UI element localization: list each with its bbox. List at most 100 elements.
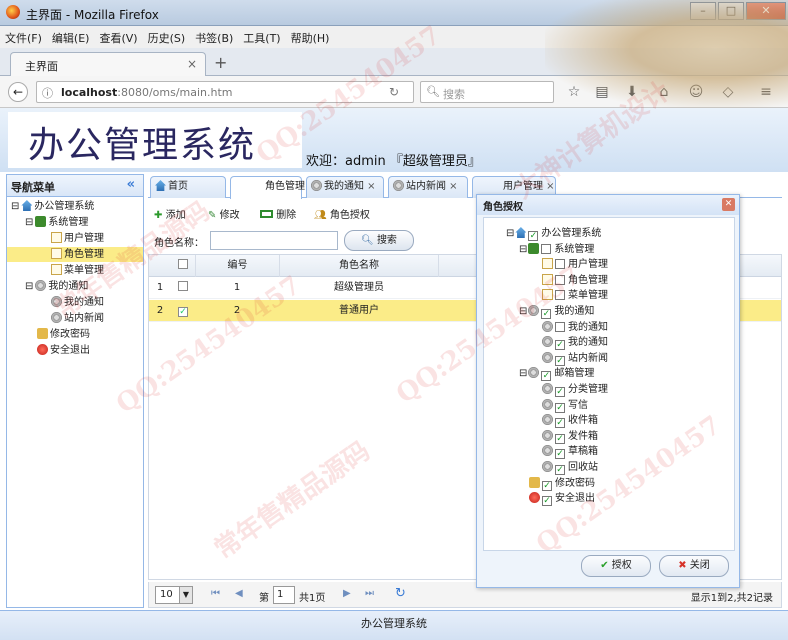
refresh-icon[interactable]: ↻ [395,586,406,601]
nav-tree-item[interactable]: ⊟ 办公管理系统 [7,199,143,214]
download-icon[interactable]: ⬇ [624,84,640,100]
bookmark-star-icon[interactable]: ☆ [566,84,582,100]
row-checkbox[interactable]: ✓ [175,300,191,322]
row-checkbox[interactable] [175,277,191,299]
expand-toggle-icon[interactable]: ⊟ [519,244,527,255]
permission-tree-item[interactable]: ⊟ ✓ 邮箱管理 [519,366,594,382]
menu-item[interactable]: 历史(S) [143,26,191,46]
menu-item[interactable]: 编辑(E) [47,26,95,46]
authorize-button[interactable]: 👥︎ 角色授权 [314,206,370,221]
back-button[interactable]: ← [8,82,28,102]
permission-checkbox[interactable]: ✓ [555,402,565,413]
pocket-icon[interactable]: ◇ [720,84,736,100]
menu-item[interactable]: 帮助(H) [286,26,335,46]
browser-tab[interactable]: 主界面 × [10,52,206,77]
nav-tree-item[interactable]: ⊟ 系统管理 [7,215,143,230]
permission-checkbox[interactable]: ✓ [555,433,565,444]
nav-tree-item[interactable]: 站内新闻 [7,311,143,326]
delete-button[interactable]: 删除 [260,206,296,221]
menu-item[interactable]: 文件(F) [0,26,47,46]
permission-checkbox[interactable]: ✓ [542,480,552,491]
authorize-confirm-button[interactable]: ✔ 授权 [581,555,651,577]
permission-tree-item[interactable]: ✓ 回收站 [532,460,598,475]
next-page-icon[interactable]: ▶ [343,588,351,599]
menu-item[interactable]: 书签(B) [190,26,238,46]
permission-tree-item[interactable]: ✓ 修改密码 [519,476,595,491]
expand-toggle-icon[interactable]: ⊟ [25,217,33,228]
nav-tree-item[interactable]: 修改密码 [7,327,143,342]
search-box[interactable]: 🔍︎ 搜索 [420,81,554,103]
role-name-input[interactable] [210,231,338,250]
menu-item[interactable]: 工具(T) [238,26,285,46]
search-button[interactable]: 🔍︎ 搜索 [344,230,414,251]
col-header-id[interactable]: 编号 [195,255,279,277]
home-icon[interactable]: ⌂ [656,84,672,100]
nav-tree-item[interactable]: ⊟ 我的通知 [7,279,143,294]
permission-tree-item[interactable]: 角色管理 [532,273,608,288]
permission-checkbox[interactable] [555,274,565,285]
url-bar[interactable]: ⓘ localhost:8080/oms/main.htm ↻ [36,81,414,103]
nav-tree-item[interactable]: 我的通知 [7,295,143,310]
permission-checkbox[interactable]: ✓ [555,418,565,429]
permission-tree-item[interactable]: ✓ 草稿箱 [532,444,598,460]
permission-checkbox[interactable] [555,259,565,270]
nav-tree-item[interactable]: 安全退出 [7,343,143,358]
page-number-input[interactable]: 1 [273,586,295,604]
reading-list-icon[interactable]: ▤ [594,84,610,100]
expand-toggle-icon[interactable]: ⊟ [519,368,527,379]
permission-checkbox[interactable]: ✓ [555,340,565,351]
tab-close-icon[interactable]: × [364,181,375,192]
permission-checkbox[interactable] [555,321,565,332]
permission-tree-item[interactable]: ⊟ ✓ 办公管理系统 [506,226,601,241]
nav-tree-item[interactable]: 菜单管理 [7,263,143,278]
permission-tree-item[interactable]: ✓ 安全退出 [519,491,595,507]
permission-checkbox[interactable]: ✓ [541,309,552,319]
maximize-button[interactable]: □ [718,2,744,20]
permission-checkbox[interactable] [555,290,565,301]
hamburger-menu-icon[interactable]: ≡ [758,84,774,100]
permission-tree-item[interactable]: ✓ 收件箱 [532,413,598,429]
expand-toggle-icon[interactable]: ⊟ [11,201,19,212]
tab-page[interactable]: 我的通知 × [306,176,384,198]
tab-page[interactable]: 角色管理 × [230,176,317,199]
permission-checkbox[interactable]: ✓ [555,449,565,460]
permission-tree-item[interactable]: ✓ 我的通知 [532,335,608,351]
edit-button[interactable]: ✎ 修改 [208,206,240,221]
permission-tree-item[interactable]: 我的通知 [532,320,608,335]
permission-tree-item[interactable]: ⊟ ✓ 我的通知 [519,304,594,319]
smiley-icon[interactable]: ☺ [688,84,704,100]
add-button[interactable]: ✚ 添加 [154,206,186,221]
permission-tree-item[interactable]: 菜单管理 [532,288,608,303]
close-window-button[interactable]: ✕ [746,2,786,20]
permission-checkbox[interactable]: ✓ [542,496,552,507]
new-tab-button[interactable]: + [214,53,227,72]
permission-checkbox[interactable]: ✓ [555,387,565,397]
browser-tab-close-icon[interactable]: × [187,57,197,71]
permission-checkbox[interactable]: ✓ [528,231,539,241]
menu-item[interactable]: 查看(V) [94,26,142,46]
col-header-role-name[interactable]: 角色名称 [279,255,439,277]
permission-tree-item[interactable]: ✓ 站内新闻 [532,351,608,366]
expand-toggle-icon[interactable]: ⊟ [506,228,514,239]
permission-checkbox[interactable]: ✓ [555,355,565,366]
permission-checkbox[interactable]: ✓ [541,371,552,382]
first-page-icon[interactable]: ⏮ [211,588,220,599]
permission-tree-item[interactable]: ✓ 分类管理 [532,382,608,397]
select-all-checkbox[interactable] [175,255,191,277]
nav-tree-item[interactable]: 用户管理 [7,231,143,246]
collapse-icon[interactable]: « [127,177,135,192]
permission-tree-item[interactable]: 用户管理 [532,257,608,272]
dialog-close-icon[interactable]: ✕ [722,198,735,211]
permission-tree-item[interactable]: ✓ 发件箱 [532,429,598,444]
dialog-close-button[interactable]: ✖ 关闭 [659,555,729,577]
page-size-select[interactable]: 10 ▼ [155,586,193,604]
nav-tree-item[interactable]: 角色管理 [7,247,143,262]
expand-toggle-icon[interactable]: ⊟ [519,306,527,317]
minimize-button[interactable]: – [690,2,716,20]
tab-close-icon[interactable]: × [543,181,554,192]
permission-tree-item[interactable]: ✓ 写信 [532,398,588,413]
tab-home[interactable]: 首页 [150,176,226,198]
tab-page[interactable]: 站内新闻 × [388,176,468,198]
expand-toggle-icon[interactable]: ⊟ [25,281,33,292]
tab-close-icon[interactable]: × [446,181,457,192]
